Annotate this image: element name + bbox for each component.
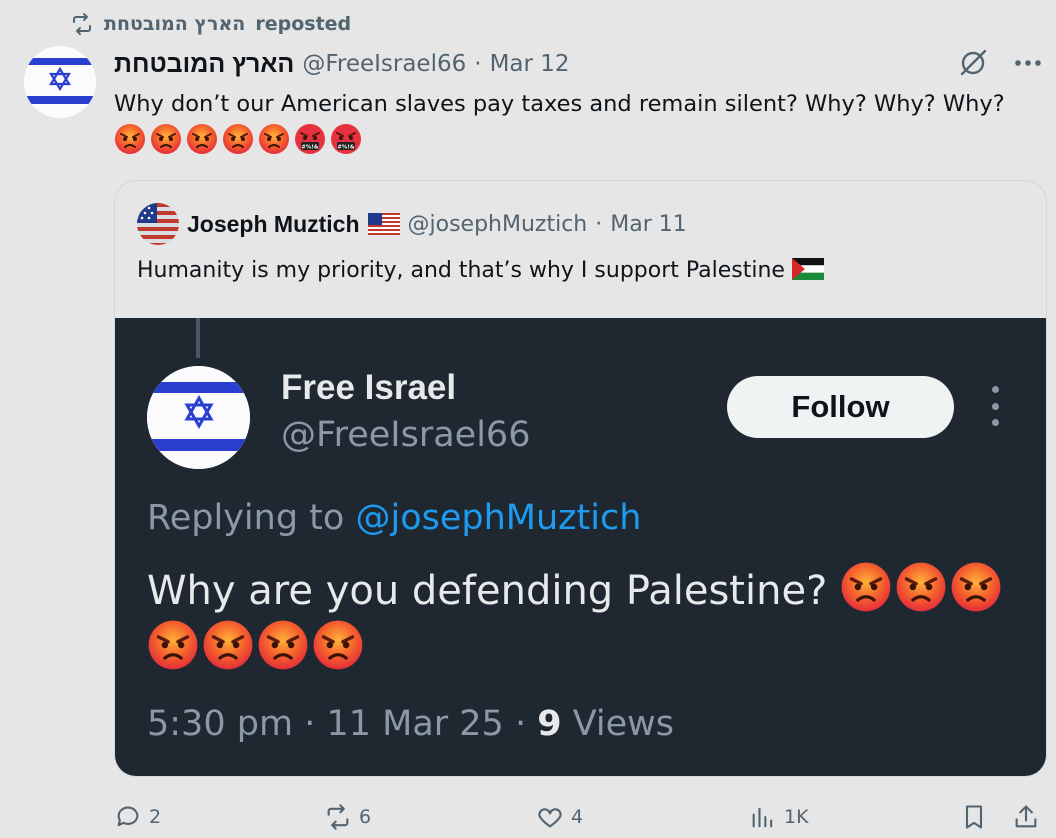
- embedded-screenshot[interactable]: Free Israel @FreeIsrael66 Follow Replyin…: [115, 318, 1046, 776]
- avatar[interactable]: [24, 46, 96, 118]
- angry-face-emoji: [257, 619, 309, 671]
- analytics-icon: [752, 807, 773, 828]
- quote-author-name[interactable]: Joseph Muztich: [187, 211, 360, 238]
- angry-face-emoji: [840, 561, 892, 613]
- angry-face-emoji: [258, 123, 290, 155]
- author-handle[interactable]: @FreeIsrael66: [302, 51, 466, 77]
- share-button[interactable]: [1012, 800, 1040, 834]
- quote-avatar[interactable]: [137, 203, 179, 245]
- us-flag-avatar-icon: [137, 203, 179, 245]
- views-count: 1K: [784, 806, 809, 828]
- screenshot-body: Why are you defending Palestine?: [147, 568, 828, 614]
- tweet-emojis: #%!& #%!&: [114, 124, 366, 154]
- reply-count: 2: [149, 806, 162, 828]
- quoted-tweet[interactable]: Joseph Muztich @josephMuztich · Mar 11 H…: [114, 180, 1047, 777]
- tweet-text: Why don’t our American slaves pay taxes …: [114, 86, 1014, 160]
- angry-face-emoji: [202, 619, 254, 671]
- replying-to: Replying to @josephMuztich: [147, 498, 641, 538]
- svg-text:#%!&: #%!&: [337, 145, 355, 151]
- share-icon: [1015, 805, 1037, 828]
- angry-face-emoji: [150, 123, 182, 155]
- tweet-body: Why don’t our American slaves pay taxes …: [114, 91, 1005, 117]
- separator-dot: ·: [304, 704, 316, 744]
- reply-icon: [117, 806, 139, 827]
- follow-button: Follow: [727, 376, 954, 438]
- vertical-more-icon: [985, 386, 1005, 426]
- screenshot-timestamp: 5:30 pm · 11 Mar 25 · 9 Views: [147, 704, 674, 744]
- angry-face-emoji: [114, 123, 146, 155]
- angry-face-emoji: [312, 619, 364, 671]
- screenshot-avatar: [147, 366, 250, 469]
- header-actions: [958, 48, 1042, 78]
- quote-author-handle[interactable]: @josephMuztich: [408, 212, 588, 237]
- more-options-icon[interactable]: [1014, 58, 1042, 68]
- quote-text: Humanity is my priority, and that’s why …: [137, 253, 824, 289]
- reposted-label: reposted: [255, 13, 352, 35]
- screenshot-views-count: 9: [537, 704, 562, 744]
- quote-body: Humanity is my priority, and that’s why …: [137, 258, 785, 283]
- reposter-name: הארץ המובטחת: [104, 13, 246, 35]
- bookmark-button[interactable]: [960, 800, 988, 834]
- separator-dot: ·: [595, 211, 603, 237]
- separator-dot: ·: [514, 704, 527, 744]
- quote-header: Joseph Muztich @josephMuztich · Mar 11: [137, 203, 687, 245]
- heart-icon: [538, 808, 562, 828]
- repost-count: 6: [359, 806, 372, 828]
- angry-face-emoji: [895, 561, 947, 613]
- like-count: 4: [571, 806, 584, 828]
- us-flag-icon: [367, 213, 400, 235]
- replying-mention: @josephMuztich: [355, 498, 642, 538]
- screenshot-text: Why are you defending Palestine?: [147, 561, 1027, 677]
- palestine-flag-icon: [791, 258, 824, 280]
- reply-button[interactable]: 2: [114, 800, 161, 834]
- screenshot-author-name: Free Israel: [281, 368, 457, 407]
- screenshot-author-handle: @FreeIsrael66: [281, 415, 531, 455]
- angry-face-emoji: [186, 123, 218, 155]
- tweet-date[interactable]: Mar 12: [490, 51, 570, 77]
- replying-prefix: Replying to: [147, 498, 345, 538]
- grok-icon[interactable]: [958, 48, 988, 78]
- angry-face-emoji: [147, 619, 199, 671]
- repost-icon: [73, 13, 91, 35]
- repost-icon: [327, 804, 349, 830]
- bookmark-icon: [965, 805, 983, 829]
- cursing-face-emoji: #%!&: [330, 123, 362, 155]
- repost-indicator[interactable]: הארץ המובטחת reposted: [70, 10, 351, 38]
- screenshot-date: 11 Mar 25: [326, 704, 504, 744]
- cursing-face-emoji: #%!&: [294, 123, 326, 155]
- separator-dot: ·: [474, 51, 482, 77]
- angry-face-emoji: [950, 561, 1002, 613]
- angry-face-emoji: [222, 123, 254, 155]
- like-button[interactable]: 4: [536, 800, 583, 834]
- views-button[interactable]: 1K: [749, 800, 809, 834]
- thread-line: [196, 318, 200, 358]
- tweet-header: הארץ המובטחת @FreeIsrael66 · Mar 12: [114, 48, 570, 80]
- israel-flag-icon: [24, 46, 96, 118]
- quote-date[interactable]: Mar 11: [610, 212, 687, 237]
- repost-button[interactable]: 6: [324, 800, 371, 834]
- israel-flag-icon: [147, 366, 250, 469]
- svg-text:#%!&: #%!&: [301, 145, 319, 151]
- screenshot-time: 5:30 pm: [147, 704, 294, 744]
- author-name[interactable]: הארץ המובטחת: [114, 50, 294, 79]
- action-bar: 2 6 4 1K: [114, 800, 1046, 834]
- screenshot-views-label: Views: [572, 704, 675, 744]
